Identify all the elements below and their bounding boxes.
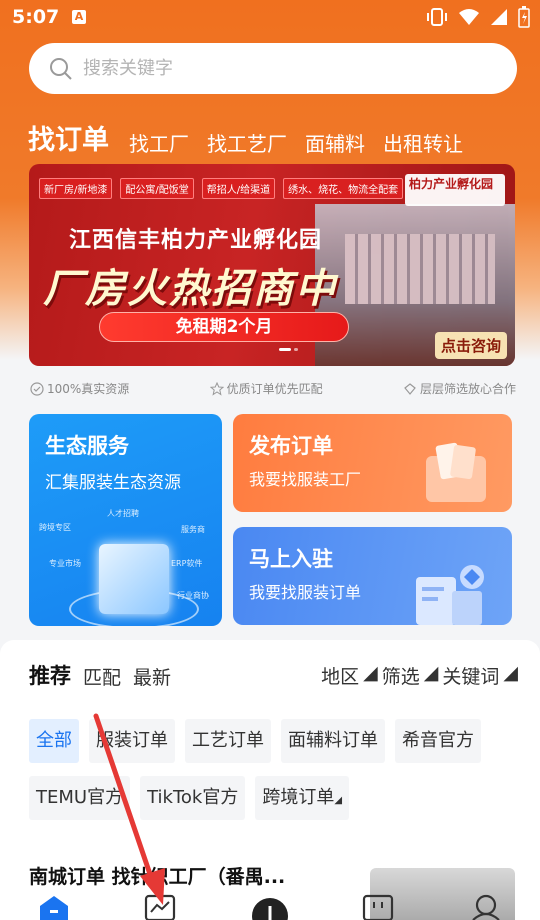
card-title: 生态服务 (45, 434, 129, 458)
diamond-icon (404, 382, 416, 395)
app-notification-icon: A (72, 10, 86, 24)
signal-icon (491, 9, 507, 25)
tab-find-craft-factory[interactable]: 找工艺厂 (207, 128, 287, 157)
status-bar: 5:07 A (0, 0, 540, 36)
banner-tag: 绣水、烧花、物流全配套 (283, 178, 404, 199)
pagination-dot-active (279, 348, 291, 351)
card-title: 马上入驻 (249, 547, 333, 571)
chip-apparel-orders[interactable]: 服装订单 (89, 719, 175, 763)
search-input[interactable] (83, 58, 463, 79)
vibrate-icon (427, 8, 447, 26)
banner-brand-name: 柏力产业孵化园 (409, 177, 494, 191)
tab-recommended[interactable]: 推荐 (29, 660, 71, 690)
feature-label: 层层筛选放心合作 (419, 382, 516, 396)
pagination-dot (294, 348, 298, 351)
banner-pagination (279, 348, 298, 351)
user-icon[interactable] (470, 894, 502, 920)
search-icon (50, 57, 72, 80)
banner-title: 厂房火热招商中 (43, 266, 337, 312)
wifi-icon (459, 9, 479, 25)
chip-cross-border-orders[interactable]: 跨境订单◢ (255, 776, 350, 820)
check-circle-icon (30, 381, 44, 396)
feature-row: 100%真实资源 优质订单优先匹配 层层筛选放心合作 (30, 380, 516, 397)
tab-find-orders[interactable]: 找订单 (28, 118, 109, 157)
dropdown-caret-icon: ◢ (334, 795, 343, 806)
banner-subtitle: 江西信丰柏力产业孵化园 (69, 228, 323, 253)
tab-rent-transfer[interactable]: 出租转让 (383, 128, 463, 157)
eco-label: 跨境专区 (39, 523, 71, 532)
star-icon (209, 381, 224, 396)
banner-tag: 新厂房/新地漆 (39, 178, 113, 199)
dropdown-caret-icon: ◢ (423, 662, 439, 684)
battery-icon (518, 6, 530, 28)
store-icon[interactable] (362, 894, 394, 920)
card-title: 发布订单 (249, 434, 333, 458)
feature-label: 100%真实资源 (47, 382, 130, 396)
filter-screen[interactable]: 筛选 (382, 662, 420, 689)
chip-craft-orders[interactable]: 工艺订单 (185, 719, 271, 763)
banner-tag: 帮招人/给渠道 (201, 178, 276, 199)
store-illustration-icon (416, 565, 484, 625)
feature-item: 100%真实资源 (30, 380, 129, 397)
join-card[interactable]: 马上入驻 我要找服装订单 (233, 527, 512, 625)
ecology-service-card[interactable]: 生态服务 汇集服装生态资源 人才招聘 跨境专区 服务商 专业市场 ERP软件 行… (29, 414, 222, 626)
consult-button[interactable]: 点击咨询 (434, 332, 507, 359)
eco-label: 人才招聘 (107, 509, 139, 518)
eco-label: 专业市场 (49, 559, 81, 568)
chip-tiktok-official[interactable]: TikTok官方 (140, 776, 246, 820)
feature-item: 优质订单优先匹配 (209, 380, 323, 397)
banner-pill: 免租期2个月 (99, 312, 349, 342)
feature-label: 优质订单优先匹配 (226, 382, 323, 396)
eco-label: ERP软件 (171, 559, 203, 568)
category-chips: 全部 服装订单 工艺订单 面辅料订单 希音官方 TEMU官方 TikTok官方 … (29, 719, 519, 820)
publish-order-card[interactable]: 发布订单 我要找服装工厂 (233, 414, 512, 512)
card-subtitle: 汇集服装生态资源 (45, 473, 181, 493)
filter-bar: 地区 ◢ 筛选 ◢ 关键词 ◢ (321, 662, 518, 689)
chart-icon[interactable] (144, 894, 176, 920)
order-list-item-title[interactable]: 南城订单 找针织工厂（番禺... (29, 862, 285, 889)
filter-keyword[interactable]: 关键词 (442, 662, 499, 689)
add-icon[interactable] (251, 894, 289, 920)
tab-matched[interactable]: 匹配 (83, 663, 121, 690)
promo-banner[interactable]: 新厂房/新地漆 配公寓/配饭堂 帮招人/给渠道 绣水、烧花、物流全配套 柏力产业… (29, 164, 515, 366)
banner-tags: 新厂房/新地漆 配公寓/配饭堂 帮招人/给渠道 绣水、烧花、物流全配套 (39, 178, 404, 199)
eco-label: 服务商 (181, 525, 205, 534)
search-bar[interactable] (29, 43, 517, 94)
banner-brand-logo: 柏力产业孵化园 (405, 174, 505, 206)
card-subtitle: 我要找服装订单 (249, 583, 362, 602)
shopping-bag-icon (426, 442, 486, 502)
bottom-nav (0, 894, 540, 920)
dropdown-caret-icon: ◢ (363, 662, 378, 684)
card-subtitle: 我要找服装工厂 (249, 470, 362, 489)
filter-region[interactable]: 地区 (321, 662, 359, 689)
ecology-cube-graphic (99, 544, 169, 614)
dropdown-caret-icon: ◢ (503, 662, 518, 684)
feature-item: 层层筛选放心合作 (403, 380, 516, 397)
banner-tag: 配公寓/配饭堂 (120, 178, 194, 199)
chip-shein-official[interactable]: 希音官方 (395, 719, 481, 763)
tab-latest[interactable]: 最新 (133, 663, 171, 690)
chip-all[interactable]: 全部 (29, 719, 79, 763)
status-time: 5:07 (12, 6, 60, 28)
chip-label: 跨境订单 (262, 787, 335, 808)
tab-find-factory[interactable]: 找工厂 (129, 128, 189, 157)
home-icon[interactable] (38, 894, 70, 920)
category-tabs: 找订单 找工厂 找工艺厂 面辅料 出租转让 (28, 118, 463, 157)
tab-fabric-accessories[interactable]: 面辅料 (305, 128, 365, 157)
chip-temu-official[interactable]: TEMU官方 (29, 776, 131, 820)
chip-fabric-orders[interactable]: 面辅料订单 (281, 719, 385, 763)
list-tabs: 推荐 匹配 最新 (29, 660, 171, 690)
